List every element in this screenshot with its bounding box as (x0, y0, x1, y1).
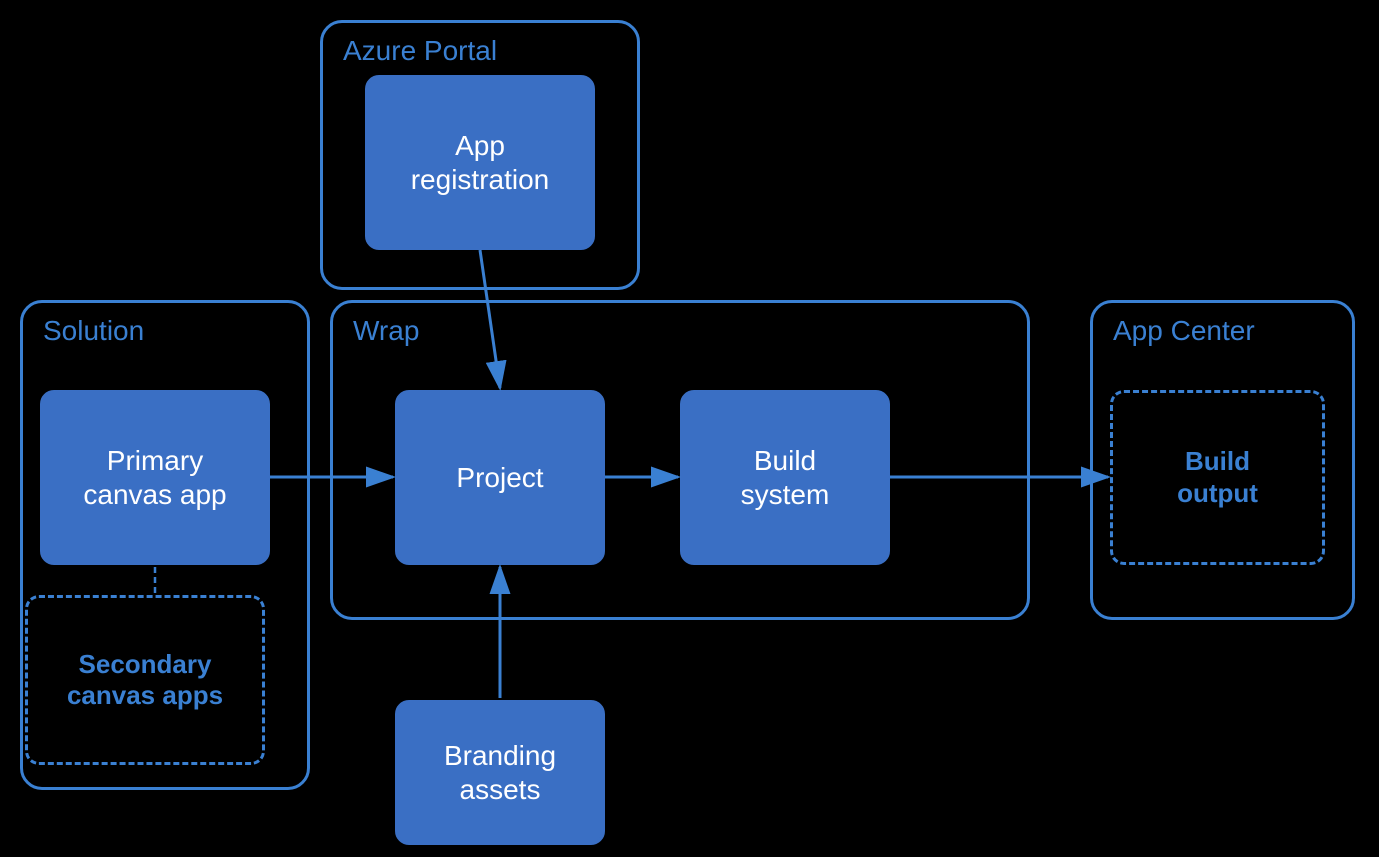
box-branding-assets: Branding assets (395, 700, 605, 845)
app-center-label: App Center (1113, 315, 1255, 347)
box-primary-canvas-app: Primary canvas app (40, 390, 270, 565)
solution-label: Solution (43, 315, 144, 347)
box-build-system: Build system (680, 390, 890, 565)
azure-portal-label: Azure Portal (343, 35, 497, 67)
box-secondary-canvas-apps: Secondary canvas apps (25, 595, 265, 765)
box-app-registration: App registration (365, 75, 595, 250)
box-project: Project (395, 390, 605, 565)
wrap-label: Wrap (353, 315, 419, 347)
diagram-container: Azure Portal Solution Wrap App Center Ap… (0, 0, 1379, 857)
box-build-output: Build output (1110, 390, 1325, 565)
